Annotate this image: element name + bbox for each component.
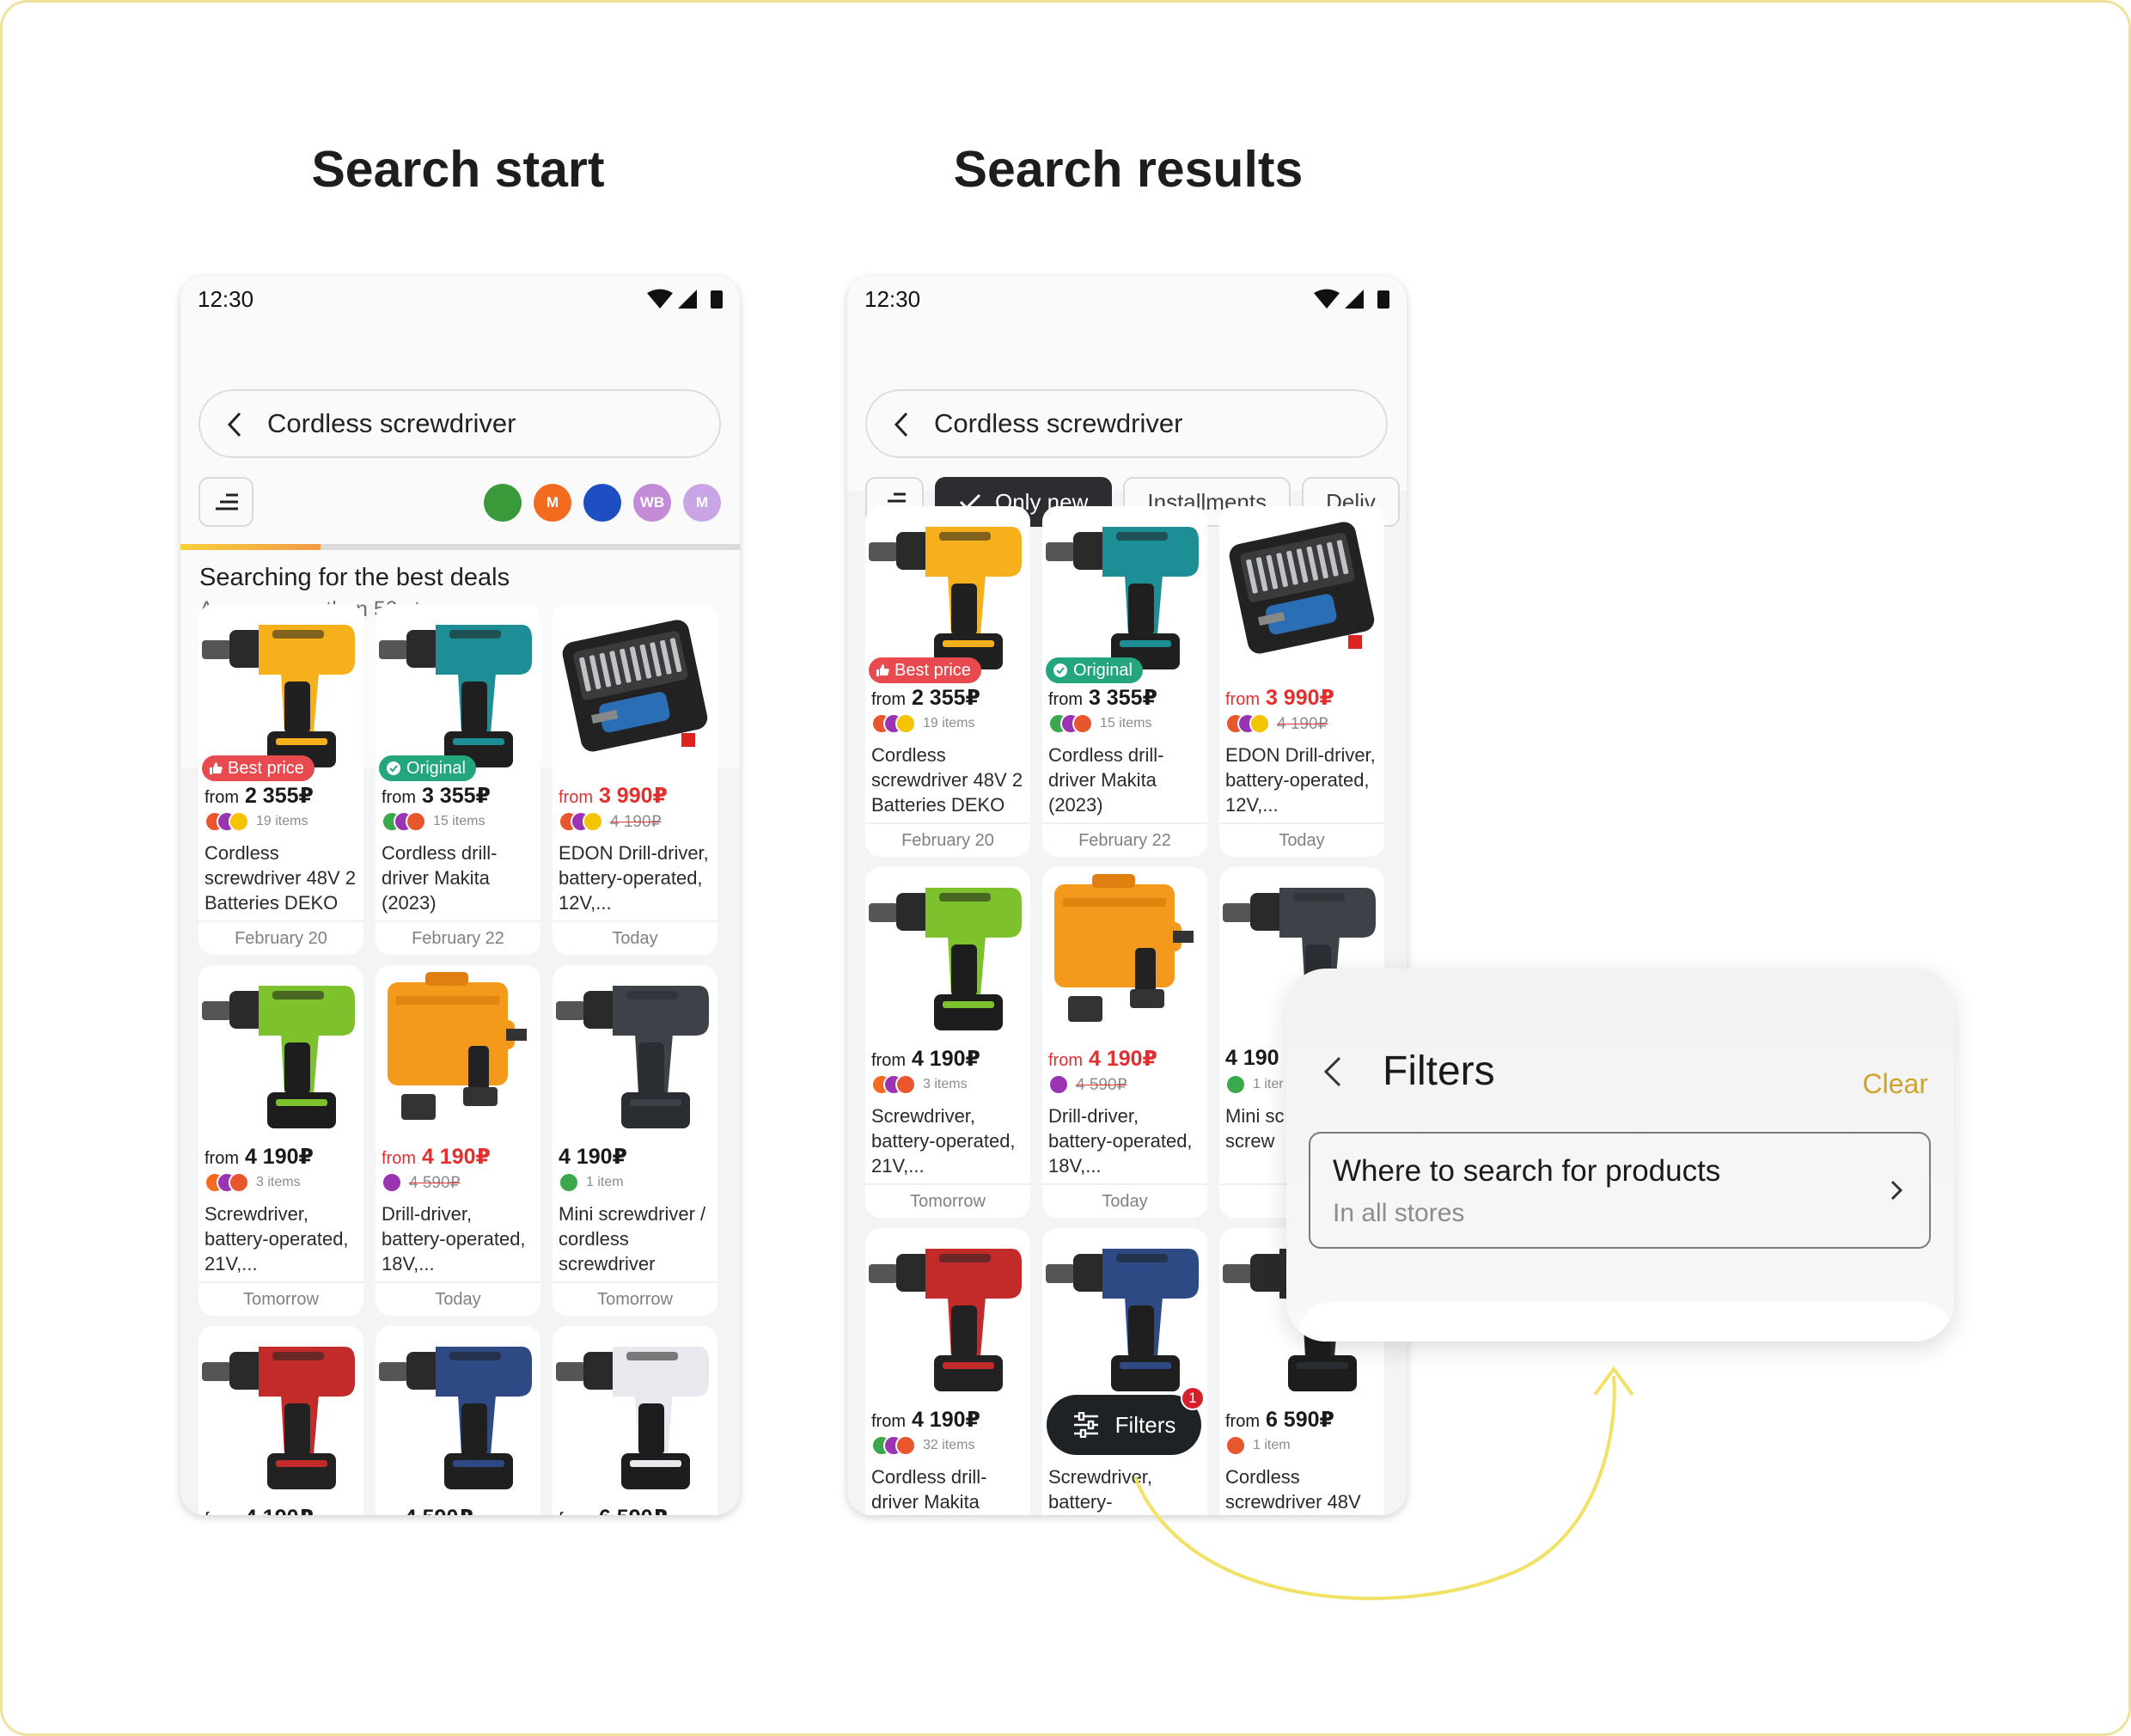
flow-arrow (1133, 1366, 1634, 1600)
canvas: Search start Search results 12:30 Cordle… (0, 0, 2131, 1736)
